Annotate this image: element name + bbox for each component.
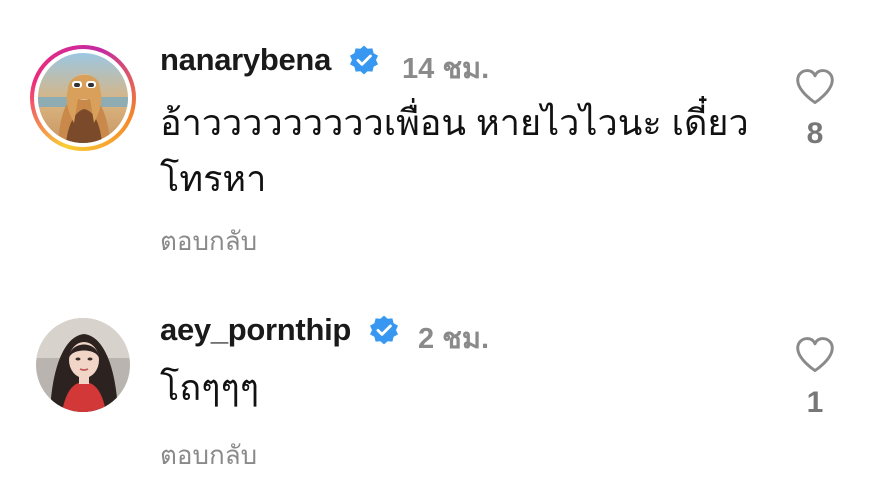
profile-photo-icon	[38, 53, 128, 143]
comment-item: aey_pornthip 2 ชม. โถๆๆๆ ตอบกลับ 1	[0, 260, 880, 479]
comment-text: อ้าวววววววววเพื่อน หายไวไวนะ เดี๋ยวโทรหา	[160, 102, 749, 199]
avatar[interactable]	[36, 318, 130, 412]
comment-username[interactable]: nanarybena	[160, 42, 331, 78]
verified-badge-icon	[348, 44, 380, 76]
comment-username[interactable]: aey_pornthip	[160, 312, 351, 348]
heart-icon[interactable]	[794, 336, 836, 374]
heart-icon[interactable]	[794, 68, 836, 106]
story-ring	[30, 45, 136, 151]
comment-item: nanarybena 14 ชม. อ้าวววววววววเพื่อน หาย…	[0, 0, 880, 260]
comment-time: 14 ชม.	[402, 53, 490, 85]
like-count: 8	[806, 117, 824, 150]
reply-button[interactable]: ตอบกลับ	[160, 221, 257, 262]
reply-button[interactable]: ตอบกลับ	[160, 435, 257, 476]
like-count: 1	[806, 386, 824, 419]
avatar[interactable]	[30, 45, 136, 151]
comment-time: 2 ชม.	[418, 323, 490, 355]
comment-text: โถๆๆๆ	[160, 367, 260, 408]
verified-badge-icon	[368, 314, 400, 346]
profile-photo-icon	[36, 318, 130, 412]
